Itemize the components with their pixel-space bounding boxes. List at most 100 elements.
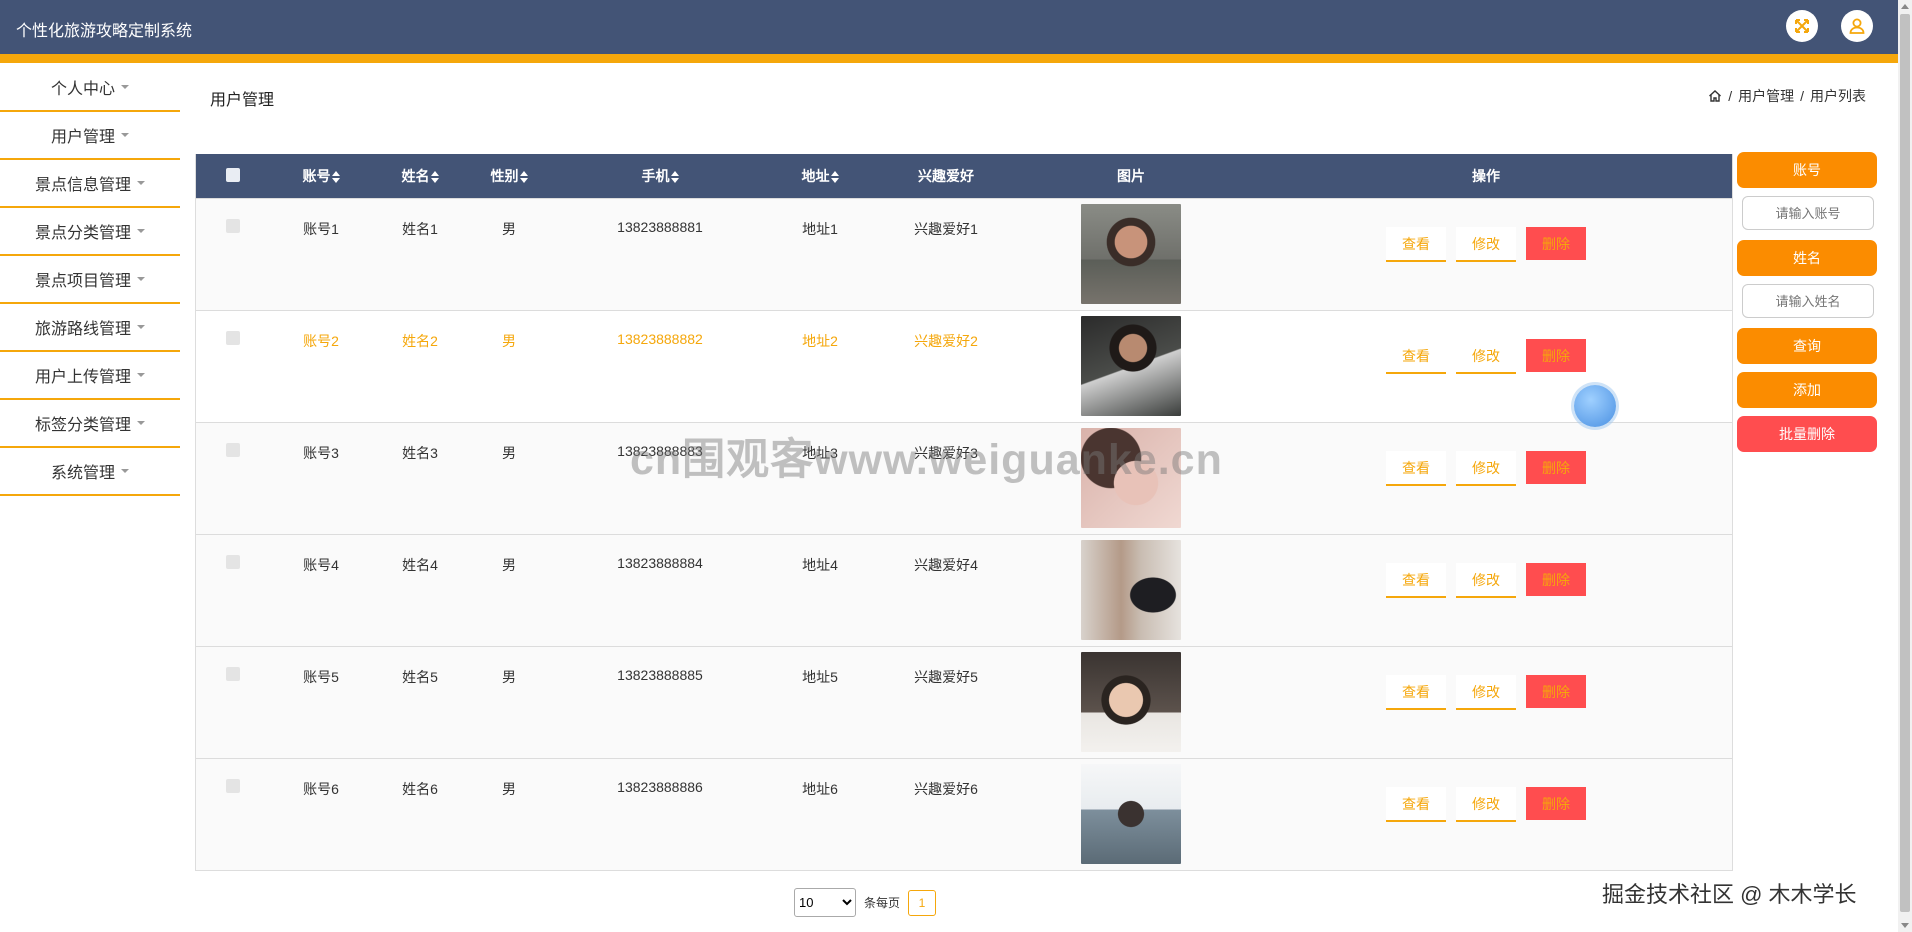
caret-down-icon xyxy=(137,277,145,281)
sort-icon[interactable] xyxy=(670,171,679,184)
name-label-button[interactable]: 姓名 xyxy=(1737,240,1877,276)
cell-address: 地址6 xyxy=(802,781,838,797)
user-photo[interactable] xyxy=(1081,764,1181,864)
edit-button[interactable]: 修改 xyxy=(1456,339,1516,374)
row-checkbox[interactable] xyxy=(226,555,240,569)
user-menu-button[interactable] xyxy=(1841,10,1873,42)
account-search-input[interactable] xyxy=(1742,196,1874,230)
sort-icon[interactable] xyxy=(331,171,340,184)
vertical-scrollbar[interactable] xyxy=(1898,0,1912,932)
column-header-address[interactable]: 地址 xyxy=(770,166,870,186)
pagination: 10 条每页 1 xyxy=(794,888,937,917)
column-header-account[interactable]: 账号 xyxy=(270,166,372,186)
query-button[interactable]: 查询 xyxy=(1737,328,1877,364)
delete-button[interactable]: 删除 xyxy=(1526,563,1586,596)
sidebar-item-label: 用户管理 xyxy=(50,129,115,146)
column-header-name[interactable]: 姓名 xyxy=(372,166,468,186)
view-button[interactable]: 查看 xyxy=(1386,563,1446,598)
account-label-button[interactable]: 账号 xyxy=(1737,152,1877,188)
sidebar-item-label: 景点项目管理 xyxy=(34,273,131,290)
sort-icon[interactable] xyxy=(519,171,528,184)
select-all-checkbox[interactable] xyxy=(226,167,240,182)
table-row[interactable]: 账号2 姓名2 男 13823888882 地址2 兴趣爱好2 查看 修改 删除 xyxy=(196,310,1732,422)
sidebar-item-system[interactable]: 系统管理 xyxy=(0,448,180,496)
sidebar-item-user-management[interactable]: 用户管理 xyxy=(0,112,180,160)
home-icon[interactable] xyxy=(1708,89,1722,103)
sort-icon[interactable] xyxy=(830,171,839,184)
sidebar-item-attraction-project[interactable]: 景点项目管理 xyxy=(0,256,180,304)
cell-name: 姓名5 xyxy=(402,669,438,685)
sort-icon[interactable] xyxy=(430,171,439,184)
row-checkbox[interactable] xyxy=(226,667,240,681)
user-photo[interactable] xyxy=(1081,204,1181,304)
row-checkbox[interactable] xyxy=(226,219,240,233)
view-button[interactable]: 查看 xyxy=(1386,227,1446,262)
edit-button[interactable]: 修改 xyxy=(1456,227,1516,262)
sidebar-item-attraction-info[interactable]: 景点信息管理 xyxy=(0,160,180,208)
cell-sex: 男 xyxy=(502,669,516,685)
edit-button[interactable]: 修改 xyxy=(1456,675,1516,710)
sidebar-item-tag-category[interactable]: 标签分类管理 xyxy=(0,400,180,448)
scroll-thumb[interactable] xyxy=(1900,14,1910,912)
batch-delete-button[interactable]: 批量删除 xyxy=(1737,416,1877,452)
add-button[interactable]: 添加 xyxy=(1737,372,1877,408)
delete-button[interactable]: 删除 xyxy=(1526,227,1586,260)
per-page-label: 条每页 xyxy=(864,896,901,910)
table-row[interactable]: 账号1 姓名1 男 13823888881 地址1 兴趣爱好1 查看 修改 删除 xyxy=(196,198,1732,310)
sidebar-item-user-upload[interactable]: 用户上传管理 xyxy=(0,352,180,400)
delete-button[interactable]: 删除 xyxy=(1526,675,1586,708)
app-title: 个性化旅游攻略定制系统 xyxy=(16,23,193,40)
cell-hobby: 兴趣爱好5 xyxy=(914,669,978,685)
view-button[interactable]: 查看 xyxy=(1386,339,1446,374)
top-bar: 个性化旅游攻略定制系统 xyxy=(0,0,1898,54)
cell-phone: 13823888885 xyxy=(617,667,703,683)
delete-button[interactable]: 删除 xyxy=(1526,787,1586,820)
sidebar-item-attraction-category[interactable]: 景点分类管理 xyxy=(0,208,180,256)
delete-button[interactable]: 删除 xyxy=(1526,339,1586,372)
cell-account: 账号4 xyxy=(303,557,339,573)
view-button[interactable]: 查看 xyxy=(1386,675,1446,710)
cell-phone: 13823888884 xyxy=(617,555,703,571)
scroll-up-icon[interactable] xyxy=(1901,4,1909,9)
view-button[interactable]: 查看 xyxy=(1386,787,1446,822)
cell-account: 账号5 xyxy=(303,669,339,685)
caret-down-icon xyxy=(137,325,145,329)
cell-address: 地址5 xyxy=(802,669,838,685)
search-panel: 账号 姓名 查询 添加 批量删除 xyxy=(1737,152,1877,460)
user-photo[interactable] xyxy=(1081,652,1181,752)
view-button[interactable]: 查看 xyxy=(1386,451,1446,486)
page-title: 用户管理 xyxy=(210,92,275,109)
edit-button[interactable]: 修改 xyxy=(1456,563,1516,598)
scroll-down-icon[interactable] xyxy=(1901,923,1909,928)
delete-button[interactable]: 删除 xyxy=(1526,451,1586,484)
cell-sex: 男 xyxy=(502,445,516,461)
name-search-input[interactable] xyxy=(1742,284,1874,318)
row-checkbox[interactable] xyxy=(226,779,240,793)
edit-button[interactable]: 修改 xyxy=(1456,787,1516,822)
page-number-button[interactable]: 1 xyxy=(908,889,937,916)
cell-sex: 男 xyxy=(502,557,516,573)
column-header-sex[interactable]: 性别 xyxy=(468,166,550,186)
cell-account: 账号3 xyxy=(303,445,339,461)
sidebar-item-personal-center[interactable]: 个人中心 xyxy=(0,64,180,112)
page-size-select[interactable]: 10 xyxy=(794,888,856,917)
user-photo[interactable] xyxy=(1081,540,1181,640)
column-header-phone[interactable]: 手机 xyxy=(550,166,770,186)
row-checkbox[interactable] xyxy=(226,331,240,345)
table-row[interactable]: 账号4 姓名4 男 13823888884 地址4 兴趣爱好4 查看 修改 删除 xyxy=(196,534,1732,646)
fullscreen-button[interactable] xyxy=(1786,10,1818,42)
breadcrumb-item[interactable]: 用户管理 xyxy=(1738,86,1794,106)
user-photo[interactable] xyxy=(1081,316,1181,416)
cell-name: 姓名3 xyxy=(402,445,438,461)
caret-down-icon xyxy=(137,229,145,233)
table-row[interactable]: 账号6 姓名6 男 13823888886 地址6 兴趣爱好6 查看 修改 删除 xyxy=(196,758,1732,870)
sidebar-item-travel-route[interactable]: 旅游路线管理 xyxy=(0,304,180,352)
cell-address: 地址1 xyxy=(802,221,838,237)
cell-sex: 男 xyxy=(502,221,516,237)
table-row[interactable]: 账号5 姓名5 男 13823888885 地址5 兴趣爱好5 查看 修改 删除 xyxy=(196,646,1732,758)
cell-address: 地址4 xyxy=(802,557,838,573)
caret-down-icon xyxy=(121,469,129,473)
edit-button[interactable]: 修改 xyxy=(1456,451,1516,486)
floating-assistant-icon[interactable] xyxy=(1574,385,1616,427)
row-checkbox[interactable] xyxy=(226,443,240,457)
